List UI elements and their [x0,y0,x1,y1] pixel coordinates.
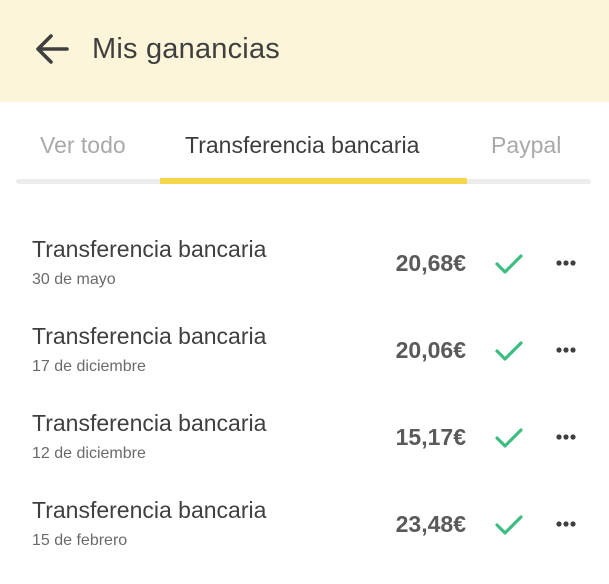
transaction-date: 30 de mayo [32,271,116,288]
payment-method-tabs: Ver todo Transferencia bancaria Paypal [16,120,591,186]
transaction-date: 12 de diciembre [32,445,146,462]
tab-ver-todo[interactable]: Ver todo [40,130,126,160]
arrow-left-icon [36,34,69,64]
check-icon [495,254,523,274]
active-tab-indicator [160,178,467,184]
transaction-amount: 15,17€ [395,424,466,450]
app-header: Mis ganancias [0,0,609,102]
more-horizontal-icon[interactable] [550,511,582,537]
transaction-date: 15 de febrero [32,532,128,549]
more-horizontal-icon[interactable] [550,424,582,450]
transaction-title: Transferencia bancaria [32,236,267,262]
transaction-amount: 23,48€ [395,511,466,537]
transaction-date: 17 de diciembre [32,358,146,375]
tab-transferencia-bancaria[interactable]: Transferencia bancaria [185,130,419,160]
transaction-amount: 20,68€ [395,250,466,276]
transaction-title: Transferencia bancaria [32,323,267,349]
transaction-row[interactable]: Transferencia bancaria 15 de febrero 23,… [0,481,609,568]
more-horizontal-icon[interactable] [550,337,582,363]
transaction-title: Transferencia bancaria [32,497,267,523]
page-title: Mis ganancias [92,33,280,65]
earnings-screen: Mis ganancias Ver todo Transferencia ban… [0,0,609,584]
transaction-row[interactable]: Transferencia bancaria 30 de mayo 20,68€ [0,220,609,307]
more-horizontal-icon[interactable] [550,250,582,276]
check-icon [495,341,523,361]
transaction-row[interactable]: Transferencia bancaria 12 de diciembre 1… [0,394,609,481]
transaction-list: Transferencia bancaria 30 de mayo 20,68€… [0,220,609,568]
tab-paypal[interactable]: Paypal [491,130,561,160]
check-icon [495,515,523,535]
transaction-row[interactable]: Transferencia bancaria 17 de diciembre 2… [0,307,609,394]
transaction-title: Transferencia bancaria [32,410,267,436]
check-icon [495,428,523,448]
transaction-amount: 20,06€ [395,337,466,363]
back-button[interactable] [30,27,74,71]
